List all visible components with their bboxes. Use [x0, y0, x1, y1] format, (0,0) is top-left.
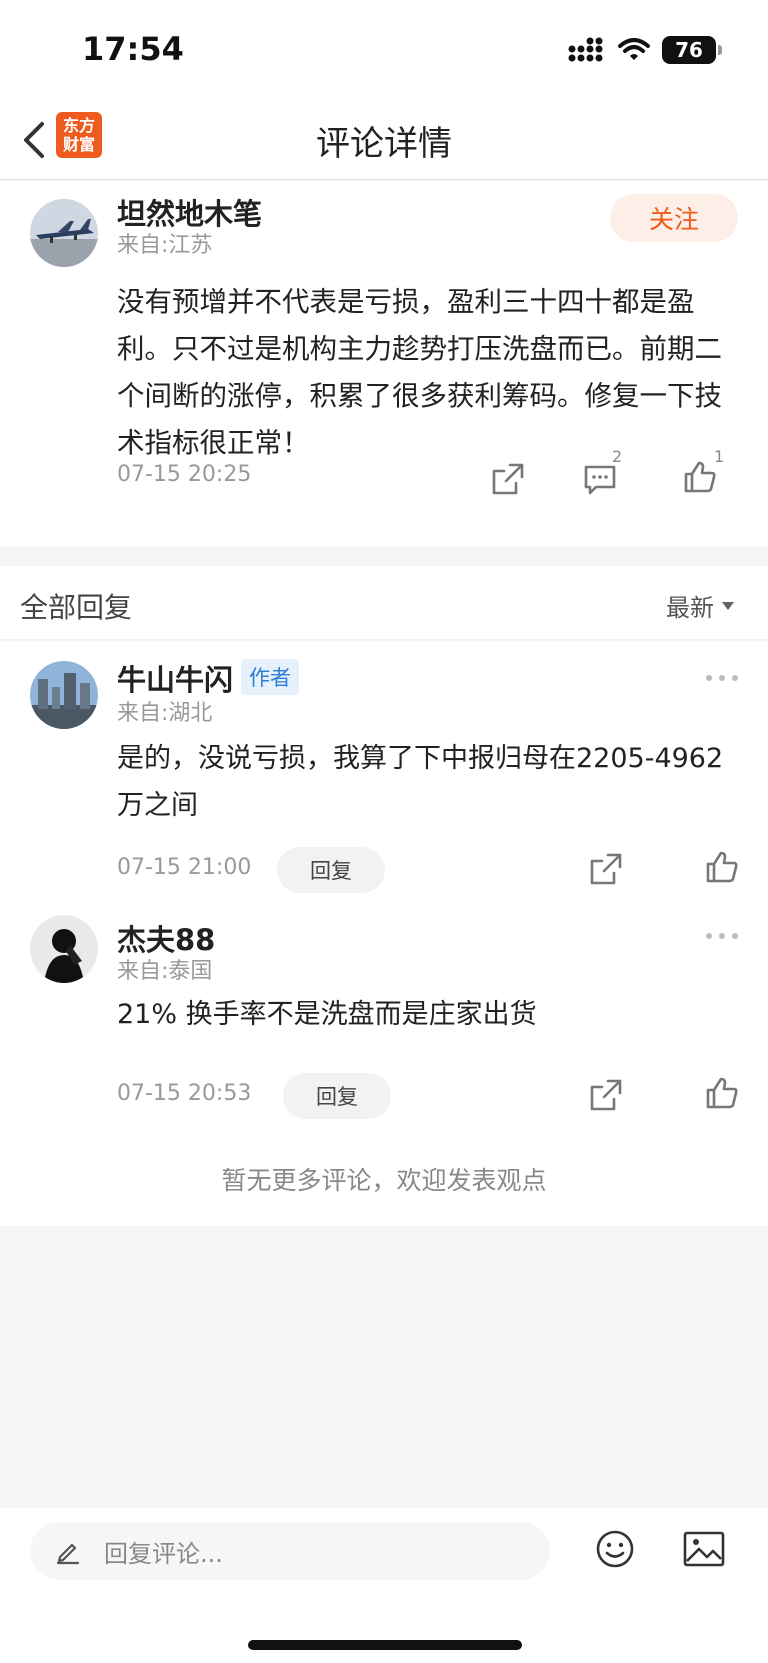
reply-item: 杰夫88 来自:泰国 21% 换手率不是洗盘而是庄家出货 07-15 20:53…	[0, 911, 768, 1141]
emoji-icon[interactable]	[595, 1529, 635, 1569]
avatar-airplane-image	[30, 199, 98, 267]
like-count: 1	[714, 447, 725, 466]
share-icon	[590, 853, 622, 885]
dot	[706, 933, 712, 939]
dot	[719, 933, 725, 939]
reply-button[interactable]: 回复	[283, 1073, 391, 1119]
dot	[732, 675, 738, 681]
image-icon[interactable]	[683, 1531, 725, 1567]
like-button[interactable]	[704, 1075, 740, 1111]
reply-time: 07-15 21:00	[117, 855, 252, 880]
user-location: 来自:江苏	[117, 233, 213, 258]
avatar[interactable]	[30, 915, 98, 983]
battery-indicator: 76	[662, 36, 722, 64]
sort-label: 最新	[666, 594, 714, 622]
comment-text: 没有预增并不代表是亏损，盈利三十四十都是盈利。只不过是机构主力趁势打压洗盘而已。…	[117, 286, 722, 459]
share-button[interactable]	[588, 851, 624, 887]
replies-list: 牛山牛闪 作者 来自:湖北 是的，没说亏损，我算了下中报归母在2205-4962…	[0, 641, 768, 1226]
reply-item: 牛山牛闪 作者 来自:湖北 是的，没说亏损，我算了下中报归母在2205-4962…	[0, 641, 768, 911]
share-button[interactable]	[490, 461, 526, 497]
replies-header: 全部回复 最新	[0, 566, 768, 640]
follow-button[interactable]: 关注	[610, 194, 738, 242]
reply-text: 是的，没说亏损，我算了下中报归母在2205-4962万之间	[117, 743, 724, 821]
comment-button[interactable]	[582, 461, 618, 497]
caret-down-icon	[722, 601, 734, 610]
dot	[732, 933, 738, 939]
avatar[interactable]	[30, 199, 98, 267]
bottom-bar: 回复评论...	[0, 1508, 768, 1663]
avatar[interactable]	[30, 661, 98, 729]
comment-time: 07-15 20:25	[117, 462, 252, 487]
reply-input[interactable]: 回复评论...	[30, 1522, 550, 1580]
like-button[interactable]	[704, 849, 740, 885]
signal-icon	[568, 37, 603, 62]
home-indicator	[248, 1640, 522, 1650]
share-icon	[492, 463, 524, 495]
status-bar: 17:54 76	[0, 0, 768, 100]
dot	[706, 675, 712, 681]
share-button[interactable]	[588, 1077, 624, 1113]
page-title: 评论详情	[316, 124, 452, 164]
more-button[interactable]	[706, 931, 738, 941]
comment-icon	[584, 465, 616, 495]
thumbs-up-icon	[706, 1077, 738, 1109]
dot	[719, 675, 725, 681]
reply-button[interactable]: 回复	[277, 847, 385, 893]
pen-icon	[56, 1543, 80, 1565]
comment-count: 2	[612, 447, 623, 466]
share-icon	[590, 1079, 622, 1111]
avatar-city-image	[30, 661, 98, 729]
wifi-icon	[618, 38, 650, 60]
author-badge: 作者	[241, 659, 299, 695]
reply-text: 21% 换手率不是洗盘而是庄家出货	[117, 999, 537, 1030]
thumbs-up-icon	[706, 851, 738, 883]
main-comment: 坦然地木笔 来自:江苏 关注 没有预增并不代表是亏损，盈利三十四十都是盈利。只不…	[0, 181, 768, 547]
user-location: 来自:泰国	[117, 959, 213, 984]
sort-dropdown[interactable]: 最新	[666, 588, 734, 623]
user-name[interactable]: 牛山牛闪	[117, 657, 233, 699]
replies-title: 全部回复	[20, 591, 133, 624]
user-location: 来自:湖北	[117, 701, 213, 726]
nav-bar: 东方 财富 评论详情	[0, 100, 768, 180]
status-icons: 76	[568, 36, 722, 64]
end-of-comments-note: 暂无更多评论，欢迎发表观点	[221, 1166, 547, 1195]
status-time: 17:54	[82, 30, 184, 68]
reply-input-placeholder: 回复评论...	[104, 1539, 223, 1568]
reply-time: 07-15 20:53	[117, 1081, 252, 1106]
like-button[interactable]	[682, 459, 718, 495]
avatar-silhouette-image	[30, 915, 98, 983]
more-button[interactable]	[706, 673, 738, 683]
page: 17:54 76 东方 财富 评论详情 坦然地木笔 来自:江苏 关注 没有预增并…	[0, 0, 768, 1663]
thumbs-up-icon	[684, 461, 716, 493]
